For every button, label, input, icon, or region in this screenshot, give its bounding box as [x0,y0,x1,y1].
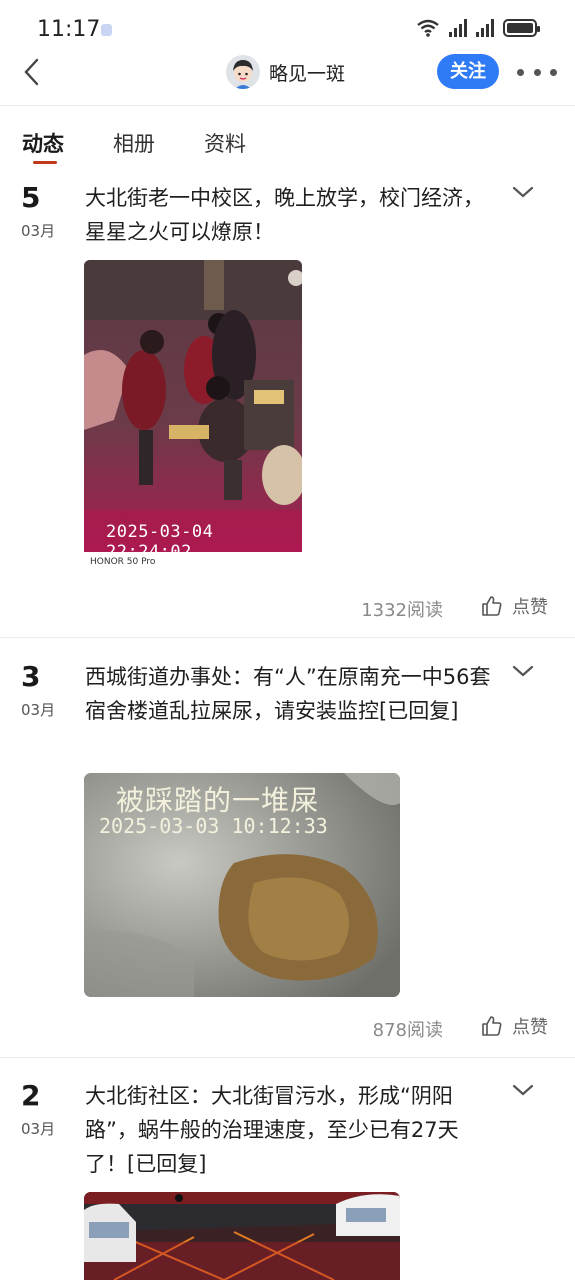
follow-button[interactable]: 关注 [437,54,499,89]
post-text[interactable]: 大北街社区：大北街冒污水，形成“阴阳路”，蜗牛般的治理速度，至少已有27天了！[… [85,1079,497,1181]
like-label: 点赞 [512,597,548,618]
chevron-down-icon[interactable] [512,1079,534,1101]
read-count: 878阅读 [372,1020,443,1041]
like-label: 点赞 [512,1017,548,1038]
thumbs-up-icon [482,1016,502,1036]
notification-icon [101,24,112,36]
read-count: 1332阅读 [361,600,443,621]
status-time: 11:17 [37,17,101,42]
image-overlay-title: 被踩踏的一堆屎 [116,784,320,817]
tab-indicator [33,161,57,164]
chevron-down-icon[interactable] [512,660,534,682]
status-icons [416,18,540,38]
post-text[interactable]: 大北街老一中校区，晚上放学，校门经济，星星之火可以燎原！ [85,181,497,249]
post-month: 03月 [21,1120,56,1138]
top-bar: 略见一斑 关注 [0,48,575,106]
post-footer: 878阅读 点赞 [0,1016,575,1046]
back-arrow-icon [24,58,39,86]
post-day: 5 [21,181,41,214]
post-image[interactable]: 被踩踏的一堆屎 2025-03-03 10:12:33 [84,773,400,997]
post-day: 2 [21,1079,41,1112]
divider [0,1057,575,1058]
image-timestamp: 2025-03-04 22:24:02 [106,522,214,562]
nickname[interactable]: 略见一斑 [269,59,345,86]
tab-dynamics[interactable]: 动态 [22,128,64,158]
tab-profile[interactable]: 资料 [204,128,246,158]
image-timestamp: 2025-03-03 10:12:33 [99,814,328,838]
post-footer: 1332阅读 点赞 [0,596,575,626]
post-month: 03月 [21,701,56,719]
post-text[interactable]: 西城街道办事处：有“人”在原南充一中56套宿舍楼道乱拉屎尿，请安装监控[已回复] [85,660,497,728]
signal-icon [476,19,494,37]
profile-tabs: 动态 相册 资料 [0,124,575,174]
signal-icon [449,19,467,37]
tab-album[interactable]: 相册 [113,128,155,158]
avatar[interactable] [226,55,260,89]
image-device-label: HONOR 50 Pro [90,557,156,567]
thumbs-up-icon [482,596,502,616]
post-image[interactable]: 2025-03-04 22:24:02 HONOR 50 Pro [84,260,302,572]
like-button[interactable]: 点赞 [480,593,548,619]
post-month: 03月 [21,222,56,240]
more-dots-icon [517,68,524,76]
chevron-down-icon[interactable] [512,181,534,203]
battery-icon [503,19,540,37]
post-image[interactable] [84,1192,400,1280]
post-day: 3 [21,660,41,693]
back-button[interactable] [14,54,50,90]
more-button[interactable] [517,62,557,82]
wifi-icon [417,19,439,37]
divider [0,637,575,638]
like-button[interactable]: 点赞 [480,1013,548,1039]
